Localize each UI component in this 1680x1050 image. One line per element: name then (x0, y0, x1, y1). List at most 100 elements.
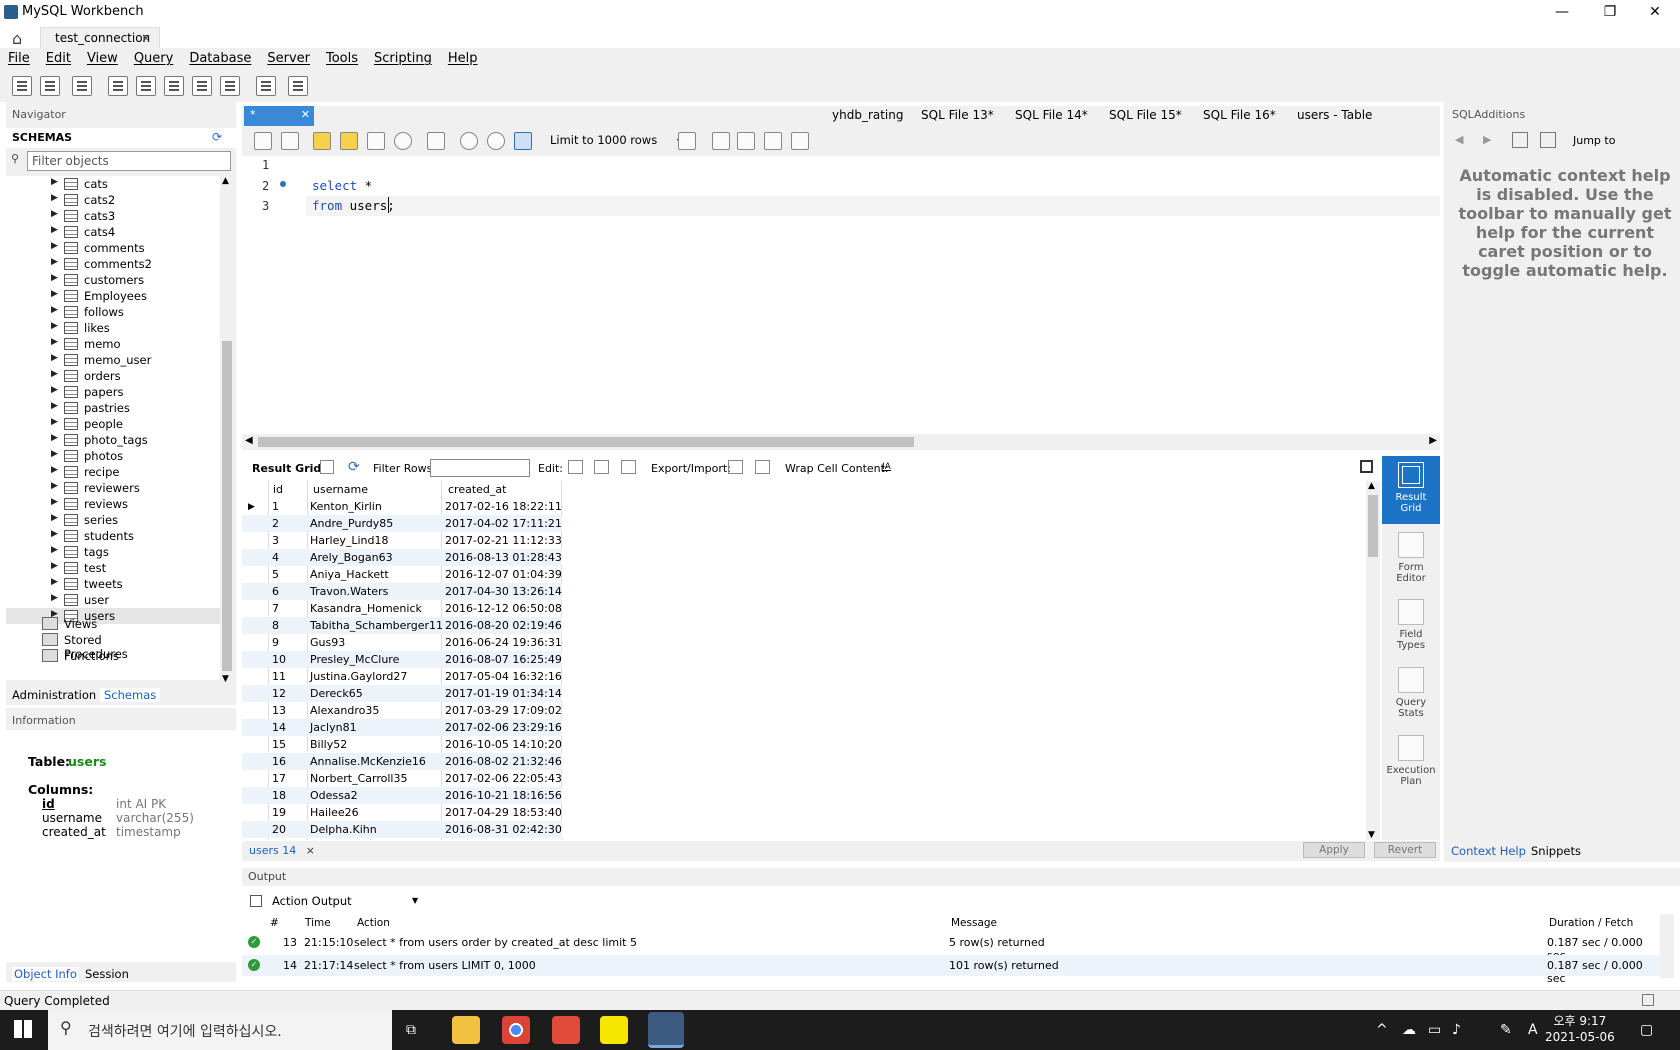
cell-id[interactable]: 6 (272, 585, 279, 598)
expand-arrow-icon[interactable]: ▶ (51, 593, 58, 603)
schema-table-photo-tags[interactable]: ▶ photo_tags (6, 432, 220, 448)
schema-table-employees[interactable]: ▶ Employees (6, 288, 220, 304)
schema-table-cats3[interactable]: ▶ cats3 (6, 208, 220, 224)
windows-start-icon[interactable] (14, 1020, 32, 1038)
cell-username[interactable]: Arely_Bogan63 (310, 551, 393, 564)
close-window-button[interactable]: ✕ (1645, 4, 1665, 20)
new-sql-tab-icon[interactable] (12, 76, 32, 96)
editor-horizontal-scrollbar[interactable]: ◀ ▶ (242, 434, 1440, 450)
cell-created-at[interactable]: 2017-02-21 11:12:33 (445, 534, 562, 547)
rail-execution-plan[interactable]: Execution Plan (1382, 735, 1440, 787)
menu-database[interactable]: Database (181, 48, 259, 69)
cell-username[interactable]: Kenton_Kirlin (310, 500, 382, 513)
expand-arrow-icon[interactable]: ▶ (51, 209, 58, 219)
tray-network-icon[interactable]: ☁ (1402, 1022, 1416, 1038)
grid-vertical-scrollbar[interactable]: ▲ ▼ (1366, 481, 1380, 840)
expand-arrow-icon[interactable]: ▶ (51, 449, 58, 459)
expand-arrow-icon[interactable]: ▶ (51, 225, 58, 235)
expand-arrow-icon[interactable]: ▶ (51, 257, 58, 267)
cell-username[interactable]: Hailee26 (310, 806, 359, 819)
expand-arrow-icon[interactable]: ▶ (51, 369, 58, 379)
expand-arrow-icon[interactable]: ▶ (51, 529, 58, 539)
cell-username[interactable]: Aniya_Hackett (310, 568, 389, 581)
rail-query-stats[interactable]: Query Stats (1382, 667, 1440, 719)
menu-file[interactable]: File (0, 48, 38, 69)
table-row[interactable]: 14 Jaclyn81 2017-02-06 23:29:16 (242, 719, 562, 736)
table-row[interactable]: 2 Andre_Purdy85 2017-04-02 17:11:21 (242, 515, 562, 532)
scroll-up-icon[interactable]: ▲ (1368, 481, 1375, 491)
filter-rows-input[interactable] (430, 459, 530, 477)
export-icon[interactable] (728, 460, 743, 474)
cell-created-at[interactable]: 2017-01-19 01:34:14 (445, 687, 562, 700)
scroll-up-icon[interactable]: ▲ (222, 176, 229, 186)
expand-arrow-icon[interactable]: ▶ (51, 401, 58, 411)
cell-id[interactable]: 20 (272, 823, 286, 836)
output-row[interactable]: ✓ 13 21:15:10 select * from users order … (242, 932, 1662, 962)
toggle-error-icon[interactable] (427, 132, 445, 150)
mysql-workbench-taskbar-icon[interactable] (648, 1012, 684, 1048)
expand-arrow-icon[interactable]: ▶ (51, 321, 58, 331)
cell-created-at[interactable]: 2016-10-21 18:16:56 (445, 789, 562, 802)
menu-view[interactable]: View (79, 48, 126, 69)
cell-id[interactable]: 1 (272, 500, 279, 513)
schema-table-comments2[interactable]: ▶ comments2 (6, 256, 220, 272)
column-header-username[interactable]: username (313, 483, 368, 496)
table-row[interactable]: 4 Arely_Bogan63 2016-08-13 01:28:43 (242, 549, 562, 566)
open-sql-script-icon[interactable] (40, 76, 60, 96)
cell-created-at[interactable]: 2017-02-06 23:29:16 (445, 721, 562, 734)
paint-icon[interactable] (552, 1016, 580, 1044)
schema-table-pastries[interactable]: ▶ pastries (6, 400, 220, 416)
table-row[interactable]: 16 Annalise.McKenzie16 2016-08-02 21:32:46 (242, 753, 562, 770)
table-row[interactable]: 18 Odessa2 2016-10-21 18:16:56 (242, 787, 562, 804)
cell-id[interactable]: 13 (272, 704, 286, 717)
schema-table-papers[interactable]: ▶ papers (6, 384, 220, 400)
editor-scroll-thumb[interactable] (258, 437, 914, 447)
cell-id[interactable]: 19 (272, 806, 286, 819)
cell-id[interactable]: 9 (272, 636, 279, 649)
table-row[interactable]: 15 Billy52 2016-10-05 14:10:20 (242, 736, 562, 753)
table-row[interactable]: 5 Aniya_Hackett 2016-12-07 01:04:39 (242, 566, 562, 583)
navigator-scroll-thumb[interactable] (222, 341, 232, 671)
schema-table-students[interactable]: ▶ students (6, 528, 220, 544)
tab-administration[interactable]: Administration (12, 688, 96, 702)
cell-username[interactable]: Gus93 (310, 636, 345, 649)
schema-table-series[interactable]: ▶ series (6, 512, 220, 528)
tab-context-help[interactable]: Context Help (1451, 844, 1526, 858)
back-icon[interactable]: ◀ (1455, 133, 1463, 146)
tab-users-14[interactable]: users 14 × (249, 844, 315, 857)
table-row[interactable]: 10 Presley_McClure 2016-08-07 16:25:49 (242, 651, 562, 668)
cell-id[interactable]: 11 (272, 670, 286, 683)
expand-arrow-icon[interactable]: ▶ (51, 353, 58, 363)
cell-created-at[interactable]: 2016-06-24 19:36:31 (445, 636, 562, 649)
revert-button[interactable]: Revert (1374, 842, 1436, 858)
commit-icon[interactable] (460, 132, 478, 150)
expand-arrow-icon[interactable]: ▶ (51, 193, 58, 203)
refresh-schemas-icon[interactable]: ⟳ (212, 130, 222, 144)
cell-id[interactable]: 5 (272, 568, 279, 581)
manual-help-icon[interactable] (1512, 132, 1528, 148)
create-view-icon[interactable] (164, 76, 184, 96)
cell-id[interactable]: 10 (272, 653, 286, 666)
refresh-icon[interactable]: ⟳ (348, 459, 360, 475)
column-header-id[interactable]: id (273, 483, 283, 496)
schema-table-users[interactable]: ▶ users (6, 608, 220, 624)
expand-arrow-icon[interactable]: ▶ (51, 177, 58, 187)
cell-created-at[interactable]: 2016-12-07 01:04:39 (445, 568, 562, 581)
cell-username[interactable]: Billy52 (310, 738, 347, 751)
tab-sql-file-16[interactable]: SQL File 16* (1203, 108, 1276, 122)
table-row[interactable]: 19 Hailee26 2017-04-29 18:53:40 (242, 804, 562, 821)
table-row[interactable]: 17 Norbert_Carroll35 2017-02-06 22:05:43 (242, 770, 562, 787)
cell-created-at[interactable]: 2017-02-06 22:05:43 (445, 772, 562, 785)
table-row[interactable]: 7 Kasandra_Homenick 2016-12-12 06:50:08 (242, 600, 562, 617)
output-mode-select[interactable]: Action Output ▼ (272, 894, 422, 912)
menu-server[interactable]: Server (259, 48, 318, 69)
task-view-icon[interactable]: ⧉ (406, 1022, 416, 1038)
copy-icon[interactable] (250, 895, 262, 907)
toggle-panel-icon[interactable] (1360, 460, 1373, 473)
expand-arrow-icon[interactable]: ▶ (51, 433, 58, 443)
cell-username[interactable]: Alexandro35 (310, 704, 379, 717)
schema-table-comments[interactable]: ▶ comments (6, 240, 220, 256)
find-icon[interactable] (737, 132, 755, 150)
cell-created-at[interactable]: 2016-08-02 21:32:46 (445, 755, 562, 768)
save-icon[interactable] (281, 132, 299, 150)
